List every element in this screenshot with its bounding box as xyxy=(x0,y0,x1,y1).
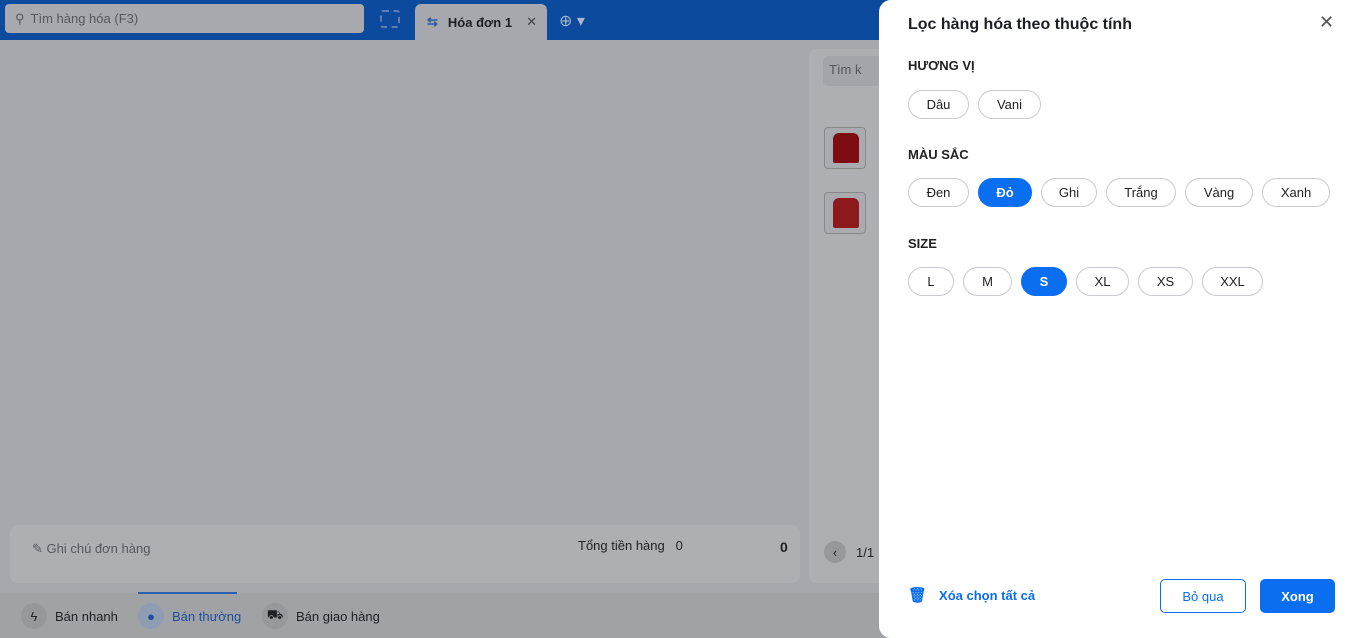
sale-mode-bar xyxy=(0,593,900,638)
clock-icon: ● xyxy=(138,603,164,629)
product-search-input[interactable]: ⚲ Tìm hàng hóa (F3) xyxy=(5,4,364,33)
active-mode-indicator xyxy=(138,592,237,594)
total-label: Tổng tiền hàng 0 xyxy=(578,538,683,553)
add-tab-button[interactable]: ⊕ ▾ xyxy=(559,11,585,31)
group-label-color: MÀU SẮC xyxy=(908,147,969,162)
tab-invoice-1[interactable]: ⇆ Hóa đơn 1 ✕ xyxy=(415,4,547,40)
prev-page-button[interactable]: ‹ xyxy=(824,541,846,563)
option-chip[interactable]: M xyxy=(963,267,1012,296)
mode-quick-sale[interactable]: ϟ Bán nhanh xyxy=(21,603,118,629)
option-chip[interactable]: Đen xyxy=(908,178,969,207)
mode-delivery-sale[interactable]: ⛟ Bán giao hàng xyxy=(262,603,380,629)
option-chip[interactable]: Ghi xyxy=(1041,178,1097,207)
lightning-icon: ϟ xyxy=(21,603,47,629)
close-tab-icon[interactable]: ✕ xyxy=(526,14,537,30)
attribute-filter-drawer: Lọc hàng hóa theo thuộc tính ✕ HƯƠNG VỊ … xyxy=(879,0,1365,638)
mode-normal-sale[interactable]: ● Bán thường xyxy=(138,603,241,629)
total-amount: 0 xyxy=(780,539,788,555)
option-chip[interactable]: Trắng xyxy=(1106,178,1176,207)
group-label-flavor: HƯƠNG VỊ xyxy=(908,58,975,73)
flavor-options: Dâu Vani xyxy=(908,90,1041,119)
shirt-image xyxy=(833,198,859,228)
option-chip[interactable]: Xanh xyxy=(1262,178,1330,207)
group-label-size: SIZE xyxy=(908,236,937,251)
pagination: ‹ 1/1 xyxy=(824,541,874,563)
search-icon: ⚲ xyxy=(15,10,25,26)
swap-icon: ⇆ xyxy=(427,14,438,29)
trash-icon: 🗑 xyxy=(908,587,928,604)
option-chip[interactable]: XS xyxy=(1138,267,1193,296)
option-chip-selected[interactable]: S xyxy=(1021,267,1067,296)
shirt-image xyxy=(833,133,859,163)
option-chip[interactable]: Vàng xyxy=(1185,178,1253,207)
option-chip[interactable]: Dâu xyxy=(908,90,969,119)
barcode-scan-icon[interactable] xyxy=(380,10,400,28)
color-options: Đen Đỏ Ghi Trắng Vàng Xanh xyxy=(908,178,1330,207)
size-options: L M S XL XS XXL xyxy=(908,267,1263,296)
option-chip[interactable]: L xyxy=(908,267,954,296)
close-icon[interactable]: ✕ xyxy=(1319,12,1334,33)
option-chip[interactable]: XXL xyxy=(1202,267,1263,296)
order-note-input[interactable]: ✎ Ghi chú đơn hàng xyxy=(32,541,150,557)
clear-all-button[interactable]: 🗑 Xóa chọn tất cả xyxy=(908,586,1035,604)
done-button[interactable]: Xong xyxy=(1260,579,1335,613)
option-chip-selected[interactable]: Đỏ xyxy=(978,178,1032,207)
product-thumbnail[interactable] xyxy=(824,127,866,169)
truck-icon: ⛟ xyxy=(262,603,288,629)
option-chip[interactable]: Vani xyxy=(978,90,1041,119)
option-chip[interactable]: XL xyxy=(1076,267,1129,296)
drawer-title: Lọc hàng hóa theo thuộc tính xyxy=(908,16,1132,33)
cancel-button[interactable]: Bỏ qua xyxy=(1160,579,1246,613)
product-thumbnail[interactable] xyxy=(824,192,866,234)
